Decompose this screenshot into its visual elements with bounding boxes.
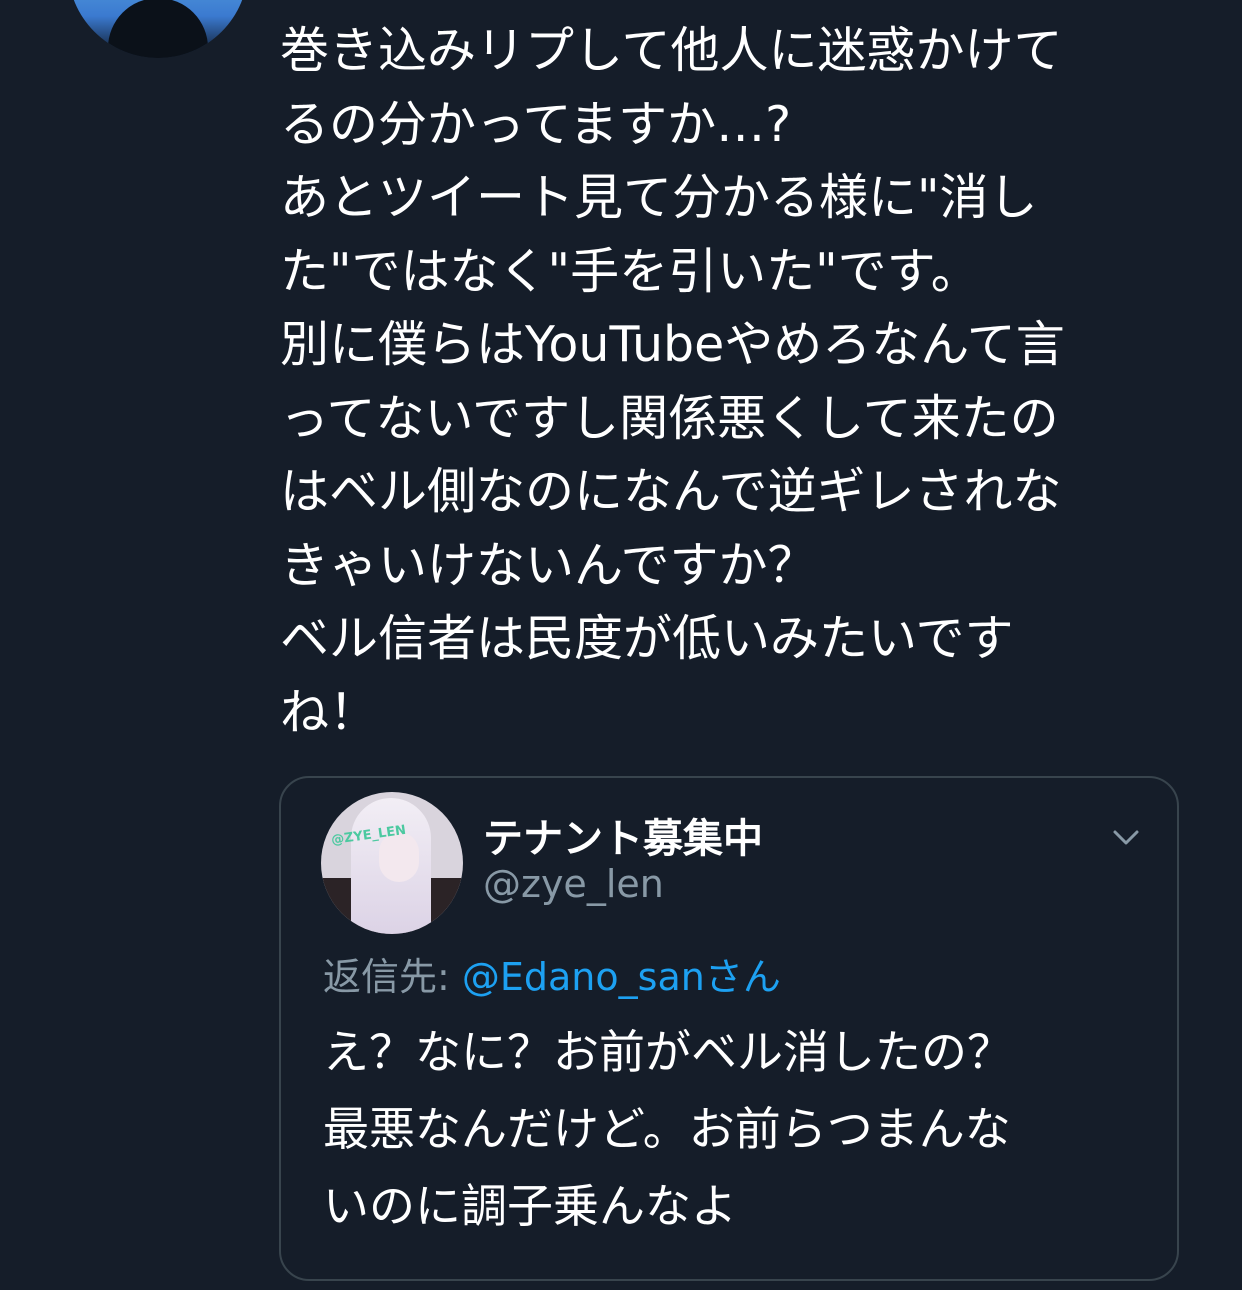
tweet-author-avatar[interactable] (68, 0, 248, 58)
quoted-tweet-handle[interactable]: @zye_len (483, 862, 664, 906)
quoted-tweet-card[interactable]: @ZYE_LEN テナント募集中 @zye_len 返信先: @Edano_sa… (279, 776, 1179, 1281)
reply-prefix: 返信先: (323, 955, 462, 999)
quoted-tweet-display-name[interactable]: テナント募集中 (483, 806, 763, 864)
reply-mention-link[interactable]: @Edano_san (462, 955, 705, 999)
chevron-down-icon[interactable] (1109, 820, 1143, 854)
reply-to-line: 返信先: @Edano_sanさん (323, 946, 781, 1001)
quoted-tweet-avatar[interactable]: @ZYE_LEN (321, 792, 463, 934)
quoted-tweet-text: え？なに？お前がベル消したの？ 最悪なんだけど。お前らつまんな いのに調子乗んな… (323, 1025, 1013, 1233)
reply-suffix: さん (704, 955, 781, 999)
tweet-text: 巻き込みリプして他人に迷惑かけて るの分かってますか…? あとツイート見て分かる… (280, 22, 1065, 741)
